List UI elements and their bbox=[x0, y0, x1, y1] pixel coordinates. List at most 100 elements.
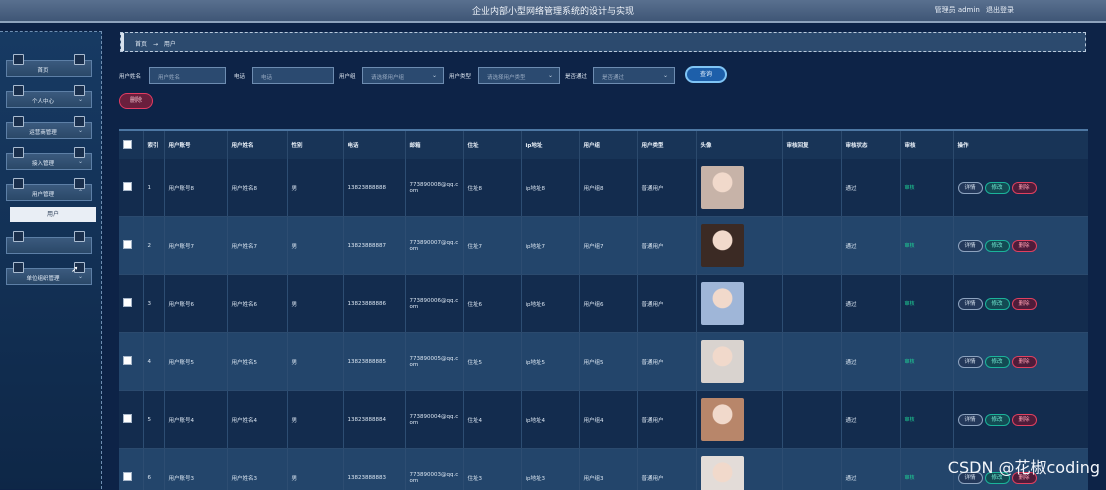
sidebar-item-profile[interactable]: 个人中心 ⌄ bbox=[6, 91, 92, 108]
cell-actions: 详情修改删除 bbox=[953, 333, 1088, 391]
sidebar-item-carrier[interactable]: 运营商管理 ⌄ bbox=[6, 122, 92, 139]
table-row: 3用户账号6用户姓名6男13823888886773890006@qq.com住… bbox=[119, 275, 1088, 333]
column-header: 邮箱 bbox=[405, 131, 463, 159]
row-checkbox[interactable] bbox=[123, 240, 132, 249]
row-checkbox[interactable] bbox=[123, 298, 132, 307]
row-checkbox[interactable] bbox=[123, 356, 132, 365]
cell-addr: 住址6 bbox=[463, 275, 521, 333]
clip-icon bbox=[74, 116, 85, 127]
row-select-cell[interactable] bbox=[119, 275, 143, 333]
audit-link[interactable]: 审核 bbox=[905, 243, 915, 249]
table-row: 4用户账号5用户姓名5男13823888885773890005@qq.com住… bbox=[119, 333, 1088, 391]
chevron-down-icon: ⌄ bbox=[548, 72, 553, 79]
sidebar-subitem-user[interactable]: 用户 bbox=[10, 207, 96, 222]
sidebar-item-users[interactable]: 用户管理 ⌃ bbox=[6, 184, 92, 201]
delete-button[interactable]: 删除 bbox=[1012, 240, 1037, 252]
cell-idx: 4 bbox=[143, 333, 164, 391]
cell-gender: 男 bbox=[287, 275, 343, 333]
cell-addr: 住址5 bbox=[463, 333, 521, 391]
delete-button[interactable]: 删除 bbox=[1012, 182, 1037, 194]
cell-ip: ip地址8 bbox=[521, 159, 579, 217]
audit-link[interactable]: 审核 bbox=[905, 301, 915, 307]
column-header: 用户账号 bbox=[164, 131, 227, 159]
clip-icon bbox=[74, 178, 85, 189]
detail-button[interactable]: 详情 bbox=[958, 182, 983, 194]
clip-icon bbox=[74, 54, 85, 65]
avatar bbox=[701, 166, 744, 209]
cell-account: 用户账号4 bbox=[164, 391, 227, 449]
phone-input[interactable]: 电话 bbox=[252, 67, 334, 84]
row-select-cell[interactable] bbox=[119, 159, 143, 217]
edit-button[interactable]: 修改 bbox=[985, 356, 1010, 368]
chevron-up-icon: ⌃ bbox=[78, 189, 83, 196]
cell-state: 通过 bbox=[841, 333, 900, 391]
avatar bbox=[701, 398, 744, 441]
cell-audit: 审核 bbox=[900, 217, 953, 275]
chevron-down-icon: ⌄ bbox=[78, 127, 83, 134]
delete-button[interactable]: 删除 bbox=[1012, 356, 1037, 368]
sidebar: 首页 个人中心 ⌄ 运营商管理 ⌄ 接入管理 ⌄ 用户管理 ⌃ 用户 单位组织管… bbox=[0, 31, 102, 489]
table-row: 1用户账号8用户姓名8男13823888888773890008@qq.com住… bbox=[119, 159, 1088, 217]
sidebar-item-org[interactable]: 单位组织管理 ⌄ bbox=[6, 268, 92, 285]
cell-gender: 男 bbox=[287, 159, 343, 217]
group-select[interactable]: 请选择用户组 ⌄ bbox=[362, 67, 444, 84]
column-header: 用户姓名 bbox=[227, 131, 287, 159]
cell-audit: 审核 bbox=[900, 391, 953, 449]
row-select-cell[interactable] bbox=[119, 217, 143, 275]
chevron-down-icon: ⌄ bbox=[78, 158, 83, 165]
cell-idx: 6 bbox=[143, 449, 164, 490]
audit-link[interactable]: 审核 bbox=[905, 185, 915, 191]
sidebar-item-blank[interactable] bbox=[6, 237, 92, 254]
select-all-checkbox[interactable] bbox=[123, 140, 132, 149]
column-header: 审核 bbox=[900, 131, 953, 159]
audit-link[interactable]: 审核 bbox=[905, 475, 915, 481]
approve-select-value: 是否通过 bbox=[602, 75, 624, 81]
row-select-cell[interactable] bbox=[119, 449, 143, 490]
cell-ip: ip地址7 bbox=[521, 217, 579, 275]
detail-button[interactable]: 详情 bbox=[958, 240, 983, 252]
cell-email: 773890005@qq.com bbox=[405, 333, 463, 391]
edit-button[interactable]: 修改 bbox=[985, 182, 1010, 194]
edit-button[interactable]: 修改 bbox=[985, 414, 1010, 426]
clip-icon bbox=[13, 85, 24, 96]
detail-button[interactable]: 详情 bbox=[958, 298, 983, 310]
sidebar-item-home[interactable]: 首页 bbox=[6, 60, 92, 77]
cell-phone: 13823888887 bbox=[343, 217, 405, 275]
cell-name: 用户姓名5 bbox=[227, 333, 287, 391]
avatar bbox=[701, 224, 744, 267]
cell-gender: 男 bbox=[287, 333, 343, 391]
table-row: 5用户账号4用户姓名4男13823888884773890004@qq.com住… bbox=[119, 391, 1088, 449]
sidebar-item-access[interactable]: 接入管理 ⌄ bbox=[6, 153, 92, 170]
row-checkbox[interactable] bbox=[123, 472, 132, 481]
sidebar-item-label: 首页 bbox=[7, 66, 79, 74]
row-select-cell[interactable] bbox=[119, 333, 143, 391]
audit-link[interactable]: 审核 bbox=[905, 359, 915, 365]
edit-button[interactable]: 修改 bbox=[985, 240, 1010, 252]
mouse-cursor-icon: ➚ bbox=[71, 265, 79, 275]
breadcrumb-home[interactable]: 首页 bbox=[135, 41, 147, 48]
cell-audit: 审核 bbox=[900, 333, 953, 391]
cell-addr: 住址3 bbox=[463, 449, 521, 490]
cell-phone: 13823888888 bbox=[343, 159, 405, 217]
row-checkbox[interactable] bbox=[123, 414, 132, 423]
delete-button[interactable]: 删除 bbox=[1012, 414, 1037, 426]
approve-select[interactable]: 是否通过 ⌄ bbox=[593, 67, 675, 84]
clip-icon bbox=[13, 116, 24, 127]
cell-name: 用户姓名8 bbox=[227, 159, 287, 217]
type-select[interactable]: 请选择用户类型 ⌄ bbox=[478, 67, 560, 84]
query-button[interactable]: 查询 bbox=[685, 66, 727, 83]
row-checkbox[interactable] bbox=[123, 182, 132, 191]
logout-link[interactable]: 退出登录 bbox=[986, 6, 1014, 14]
name-input[interactable]: 用户姓名 bbox=[149, 67, 226, 84]
row-select-cell[interactable] bbox=[119, 391, 143, 449]
bulk-delete-button[interactable]: 删除 bbox=[119, 93, 153, 109]
chevron-down-icon: ⌄ bbox=[663, 72, 668, 79]
edit-button[interactable]: 修改 bbox=[985, 298, 1010, 310]
detail-button[interactable]: 详情 bbox=[958, 356, 983, 368]
detail-button[interactable]: 详情 bbox=[958, 414, 983, 426]
delete-button[interactable]: 删除 bbox=[1012, 298, 1037, 310]
cell-email: 773890008@qq.com bbox=[405, 159, 463, 217]
audit-link[interactable]: 审核 bbox=[905, 417, 915, 423]
cell-avatar bbox=[696, 449, 782, 490]
select-all-header[interactable] bbox=[119, 131, 143, 159]
